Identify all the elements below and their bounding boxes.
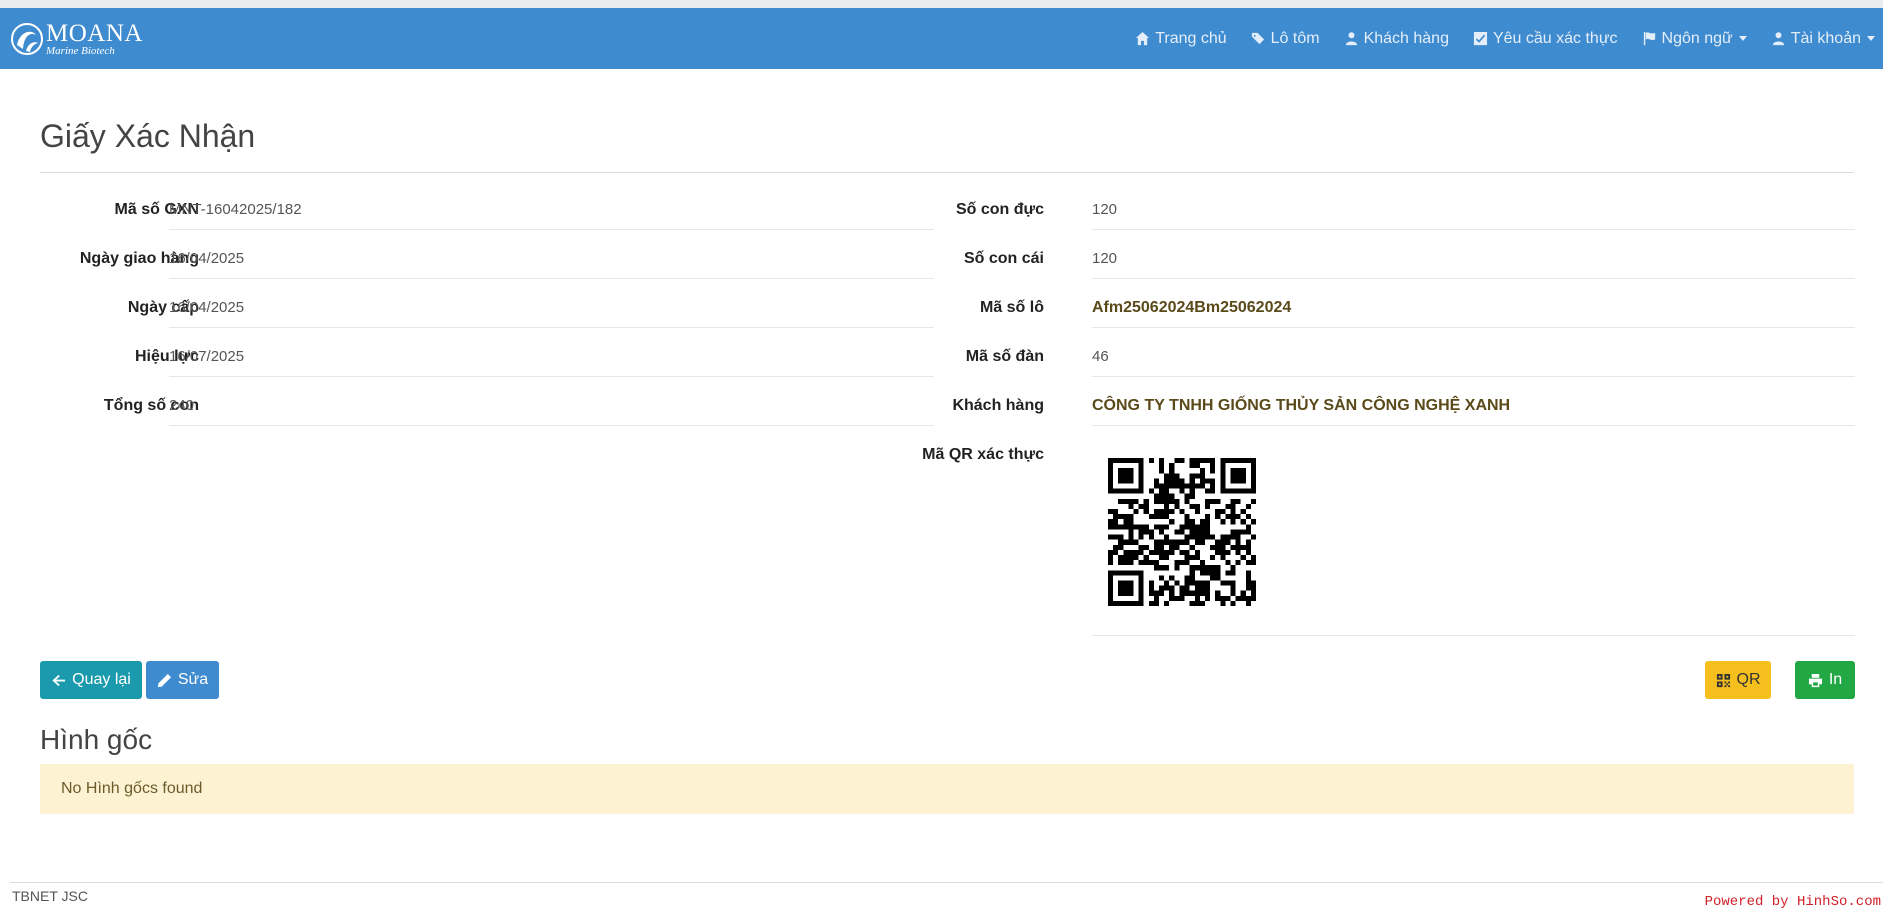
field-row: Số con đực 120	[956, 201, 1855, 250]
field-label: Mã số lô	[979, 299, 1044, 316]
field-value: 16/04/2025	[169, 299, 245, 316]
field-row: Số con cái 120	[962, 250, 1855, 299]
qrcode-icon	[1716, 673, 1730, 687]
field-label: Mã số đàn	[965, 348, 1044, 365]
field-label: Khách hàng	[952, 397, 1044, 414]
edit-button-label: Sửa	[177, 671, 209, 688]
qr-code-image	[1108, 458, 1256, 606]
page-title: Giấy Xác Nhận	[40, 118, 256, 154]
nav-language-dropdown[interactable]: Ngôn ngữ	[1642, 30, 1747, 48]
tags-icon	[1251, 32, 1264, 45]
brand-subtitle: Marine Biotech	[46, 45, 115, 57]
print-button-label: In	[1828, 671, 1843, 688]
nav-customers[interactable]: Khách hàng	[1344, 30, 1449, 48]
footer-powered-by[interactable]: Powered by HinhSo.com	[1705, 894, 1881, 910]
check-square-icon	[1473, 31, 1488, 46]
chevron-down-icon	[1738, 36, 1747, 41]
edit-button[interactable]: Sửa	[146, 661, 219, 699]
footer-company: TBNET JSC	[12, 888, 88, 904]
field-value: MNT-16042025/182	[169, 201, 302, 218]
qr-button[interactable]: QR	[1705, 661, 1771, 699]
field-row: Mã số đàn 46	[962, 348, 1855, 397]
nav-requests[interactable]: Yêu cầu xác thực	[1473, 30, 1618, 48]
field-row: Hiệu lực 16/07/2025	[40, 348, 934, 397]
originals-title: Hình gốc	[40, 724, 153, 755]
main-nav: Trang chủ Lô tôm Khách hàng Yêu cầu xác …	[1111, 8, 1875, 69]
nav-language-label: Ngôn ngữ	[1661, 29, 1733, 47]
qr-button-label: QR	[1736, 671, 1761, 688]
top-border	[0, 0, 1883, 8]
printer-icon	[1808, 673, 1822, 687]
arrow-left-icon	[52, 674, 66, 686]
field-row: Ngày giao hàng 16/04/2025	[40, 250, 934, 299]
wave-logo-icon	[11, 23, 43, 55]
user-icon	[1772, 32, 1784, 46]
field-value: 240	[169, 397, 195, 414]
field-value: 120	[1092, 201, 1118, 218]
empty-alert-text: No Hình gốcs found	[61, 780, 203, 797]
field-value: 46	[1092, 348, 1109, 365]
field-row: Mã số lô Afm25062024Bm25062024	[962, 299, 1855, 348]
field-row: Tổng số con 240	[40, 397, 934, 446]
nav-home-label: Trang chủ	[1155, 29, 1227, 47]
batch-link[interactable]: Afm25062024Bm25062024	[1092, 299, 1291, 317]
nav-customers-label: Khách hàng	[1363, 29, 1449, 47]
chevron-down-icon	[1867, 36, 1875, 41]
field-row: Mã QR xác thực	[922, 446, 1855, 636]
field-label: Số con cái	[963, 250, 1044, 267]
field-value: 120	[1092, 250, 1118, 267]
field-label: Mã QR xác thực	[922, 446, 1044, 463]
back-button[interactable]: Quay lại	[40, 661, 142, 699]
user-icon	[1345, 32, 1357, 46]
navbar: MOANA Marine Biotech Trang chủ Lô tôm Kh…	[0, 8, 1883, 69]
field-value: 16/04/2025	[169, 250, 245, 267]
field-label: Số con đực	[955, 201, 1044, 218]
field-row: Khách hàng CÔNG TY TNHH GIỐNG THỦY SẢN C…	[952, 397, 1855, 446]
nav-batches-label: Lô tôm	[1270, 29, 1320, 47]
nav-requests-label: Yêu cầu xác thực	[1492, 29, 1618, 47]
field-row: Ngày cấp 16/04/2025	[40, 299, 934, 348]
field-row: Mã số GXN MNT-16042025/182	[40, 201, 934, 250]
back-button-label: Quay lại	[72, 671, 131, 688]
empty-alert: No Hình gốcs found	[40, 764, 1854, 814]
brand-name: MOANA	[46, 20, 143, 47]
field-value: 16/07/2025	[169, 348, 245, 365]
customer-link[interactable]: CÔNG TY TNHH GIỐNG THỦY SẢN CÔNG NGHỆ XA…	[1092, 397, 1510, 415]
nav-account-label: Tài khoản	[1790, 29, 1861, 47]
divider	[40, 172, 1854, 173]
nav-batches[interactable]: Lô tôm	[1251, 30, 1320, 48]
footer-divider	[10, 882, 1883, 883]
nav-home[interactable]: Trang chủ	[1135, 29, 1227, 48]
nav-account-dropdown[interactable]: Tài khoản	[1771, 30, 1875, 48]
flag-icon	[1643, 31, 1655, 46]
brand-logo[interactable]: MOANA Marine Biotech	[10, 21, 143, 57]
pencil-icon	[157, 673, 171, 687]
home-icon	[1136, 31, 1150, 46]
print-button[interactable]: In	[1795, 661, 1855, 699]
